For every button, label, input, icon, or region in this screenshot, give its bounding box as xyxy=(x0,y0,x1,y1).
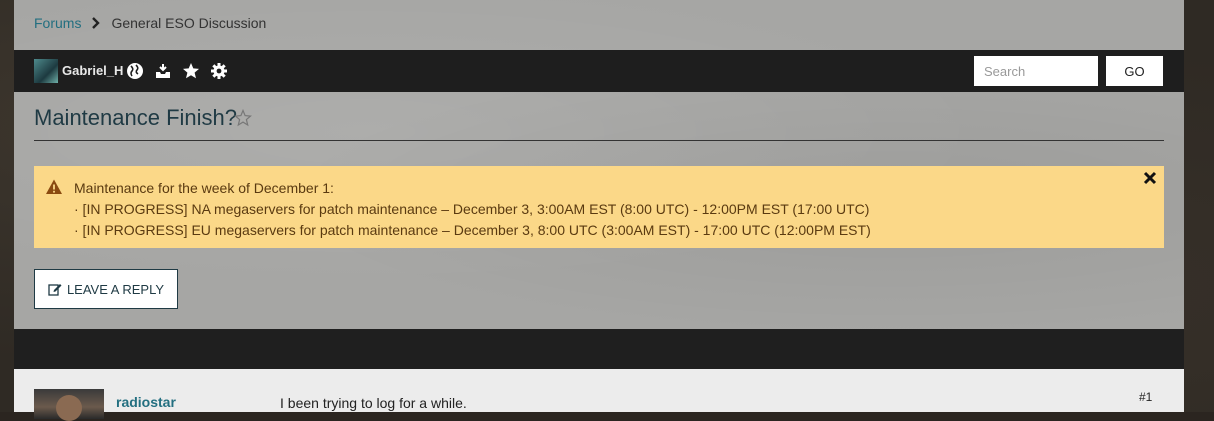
star-icon[interactable] xyxy=(182,62,200,80)
maintenance-alert: Maintenance for the week of December 1: … xyxy=(34,166,1164,248)
gear-icon[interactable] xyxy=(210,62,228,80)
post-avatar[interactable] xyxy=(34,389,104,421)
leave-reply-label: LEAVE A REPLY xyxy=(66,281,165,297)
breadcrumb-forums-link[interactable]: Forums xyxy=(34,15,81,31)
warning-icon xyxy=(46,179,62,194)
avatar[interactable] xyxy=(34,59,58,83)
breadcrumb: Forums General ESO Discussion xyxy=(34,15,266,31)
post-body: I been trying to log for a while. xyxy=(280,395,467,411)
bookmark-star-icon[interactable] xyxy=(234,109,252,127)
alert-line: · [IN PROGRESS] EU megaservers for patch… xyxy=(74,222,871,238)
globe-icon[interactable] xyxy=(126,62,144,80)
username-link[interactable]: Gabriel_H xyxy=(62,63,123,78)
inbox-icon[interactable] xyxy=(154,62,172,80)
post-item: radiostar I been trying to log for a whi… xyxy=(14,369,1184,421)
post-author-link[interactable]: radiostar xyxy=(116,394,176,410)
page-title: Maintenance Finish? xyxy=(34,105,238,130)
section-divider xyxy=(14,329,1184,369)
search-go-button[interactable]: GO xyxy=(1106,56,1163,86)
close-icon[interactable] xyxy=(1142,170,1158,186)
user-toolbar: Gabriel_H GO xyxy=(14,50,1184,92)
thread-title-row: Maintenance Finish? xyxy=(34,104,1164,141)
alert-line: Maintenance for the week of December 1: xyxy=(74,180,334,196)
chevron-right-icon xyxy=(92,17,101,29)
post-number-link[interactable]: #1 xyxy=(1139,390,1152,404)
alert-text: Maintenance for the week of December 1: … xyxy=(74,178,871,241)
leave-reply-button[interactable]: LEAVE A REPLY xyxy=(34,269,178,309)
breadcrumb-current: General ESO Discussion xyxy=(111,15,267,31)
search-input[interactable] xyxy=(974,56,1098,86)
alert-line: · [IN PROGRESS] NA megaservers for patch… xyxy=(74,201,870,217)
edit-icon xyxy=(48,284,62,296)
